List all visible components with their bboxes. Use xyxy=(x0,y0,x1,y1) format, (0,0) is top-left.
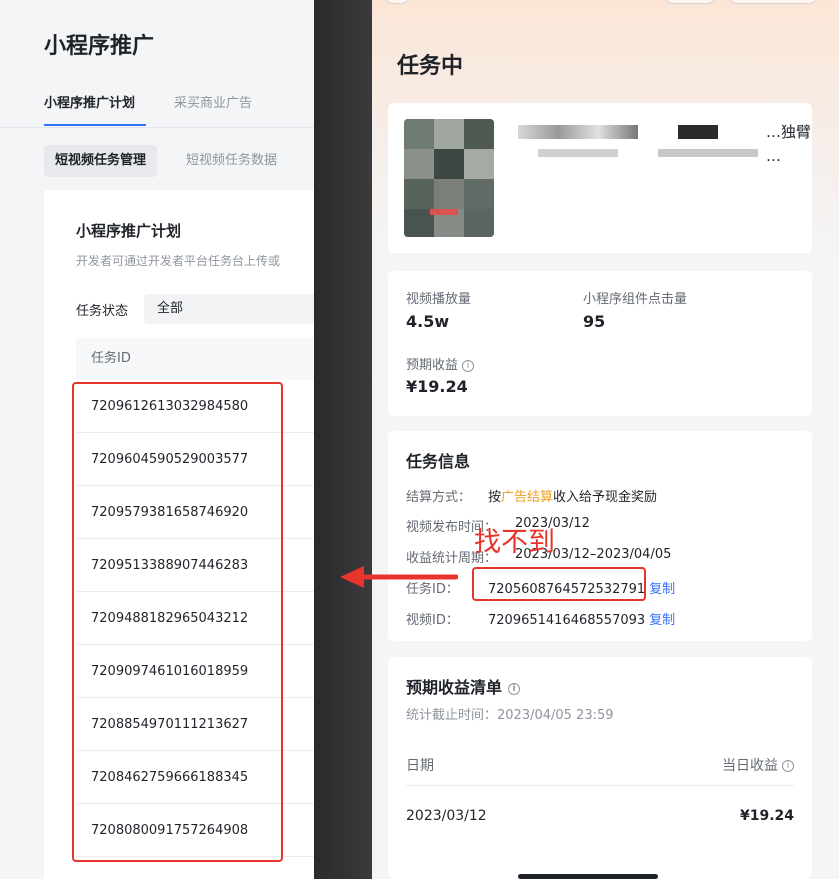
tab-buy-ads[interactable]: 采买商业广告 xyxy=(174,92,252,111)
earnings-title: 预期收益清单 xyxy=(406,678,503,697)
cutoff-label: 统计截止时间： xyxy=(406,708,498,723)
active-tab-indicator xyxy=(44,124,146,126)
top-left-button[interactable] xyxy=(384,0,410,4)
blurred-title-block xyxy=(518,125,638,139)
earnings-title-wrap: 预期收益清单 i xyxy=(406,674,521,698)
mobile-task-panel: 任务中 …独臂 … 视频播放量 4.5w 小程序组件点击量 95 预期收益 i … xyxy=(372,0,839,879)
col-income-header-wrap: 当日收益 i xyxy=(722,755,794,775)
video-id-label: 视频ID： xyxy=(406,613,459,628)
video-id-value: 7209651416468557093 xyxy=(488,613,646,628)
home-indicator xyxy=(518,874,658,879)
subtab-video-task-data[interactable]: 短视频任务数据 xyxy=(186,145,277,177)
settle-value: 按广告结算收入给予现金奖励 xyxy=(488,486,657,505)
tab-divider xyxy=(0,127,320,128)
task-info-card: 任务信息 结算方式： 按广告结算收入给予现金奖励 视频发布时间： 2023/03… xyxy=(388,431,812,641)
subtab-video-task-management[interactable]: 短视频任务管理 xyxy=(44,145,158,177)
clicks-value: 95 xyxy=(583,312,606,331)
info-icon[interactable]: i xyxy=(508,682,521,695)
blurred-title-block xyxy=(678,125,718,139)
video-card[interactable]: …独臂 … xyxy=(388,103,812,253)
info-icon[interactable]: i xyxy=(782,760,794,772)
cutoff-value: 2023/04/05 23:59 xyxy=(497,708,614,723)
col-date-header: 日期 xyxy=(406,758,434,774)
page-title: 小程序推广 xyxy=(44,34,155,59)
col-income-header: 当日收益 xyxy=(722,758,778,774)
cutoff-row: 统计截止时间：2023/04/05 23:59 xyxy=(406,704,614,723)
settle-prefix: 按 xyxy=(488,490,502,505)
annotation-not-found-text: 找不到 xyxy=(474,527,555,558)
settle-suffix: 收入给予现金奖励 xyxy=(553,490,658,505)
info-icon[interactable]: i xyxy=(462,359,475,372)
expected-earnings-label: 预期收益 xyxy=(406,358,459,373)
plan-card-description: 开发者可通过开发者平台任务台上传或 xyxy=(76,254,281,268)
admin-panel: 小程序推广 小程序推广计划 采买商业广告 短视频任务管理 短视频任务数据 小程序… xyxy=(0,0,336,879)
annotation-arrow-icon xyxy=(340,566,458,588)
annotation-box-task-ids xyxy=(72,382,283,862)
tab-promotion-plan[interactable]: 小程序推广计划 xyxy=(44,92,135,111)
top-menu-button[interactable] xyxy=(664,0,716,4)
video-thumbnail[interactable] xyxy=(404,119,494,237)
video-title-line1: …独臂 xyxy=(766,123,812,141)
plays-value: 4.5w xyxy=(406,312,450,331)
overlay-shadow xyxy=(314,0,374,879)
settle-label: 结算方式： xyxy=(406,490,472,505)
earnings-list-card: 预期收益清单 i 统计截止时间：2023/04/05 23:59 日期 当日收益 i… xyxy=(388,657,812,879)
clicks-label: 小程序组件点击量 xyxy=(583,292,688,307)
earnings-row-income: ¥19.24 xyxy=(739,808,794,824)
annotation-box-task-id xyxy=(472,567,646,601)
table-header-task-id: 任务ID xyxy=(76,338,336,380)
earnings-row-date: 2023/03/12 xyxy=(406,808,487,824)
list-divider xyxy=(406,785,794,786)
expected-earnings-label-wrap: 预期收益 i xyxy=(406,354,475,373)
task-status-select[interactable]: 全部 xyxy=(144,294,334,324)
copy-video-id-link[interactable]: 复制 xyxy=(649,613,675,628)
video-id-row: 7209651416468557093 复制 xyxy=(488,609,675,628)
copy-task-id-link[interactable]: 复制 xyxy=(649,582,675,597)
status-title: 任务中 xyxy=(397,54,464,79)
task-info-title: 任务信息 xyxy=(406,452,471,471)
task-status-label: 任务状态 xyxy=(76,304,129,319)
settle-highlight: 广告结算 xyxy=(501,490,554,505)
expected-earnings-value: ¥19.24 xyxy=(406,377,468,396)
blurred-title-block xyxy=(538,149,618,157)
stats-card: 视频播放量 4.5w 小程序组件点击量 95 预期收益 i ¥19.24 xyxy=(388,271,812,416)
video-title-line2: … xyxy=(766,147,781,165)
blurred-title-block xyxy=(658,149,758,157)
plays-label: 视频播放量 xyxy=(406,292,472,307)
plan-card-title: 小程序推广计划 xyxy=(76,222,182,240)
top-capsule-button[interactable] xyxy=(728,0,818,4)
